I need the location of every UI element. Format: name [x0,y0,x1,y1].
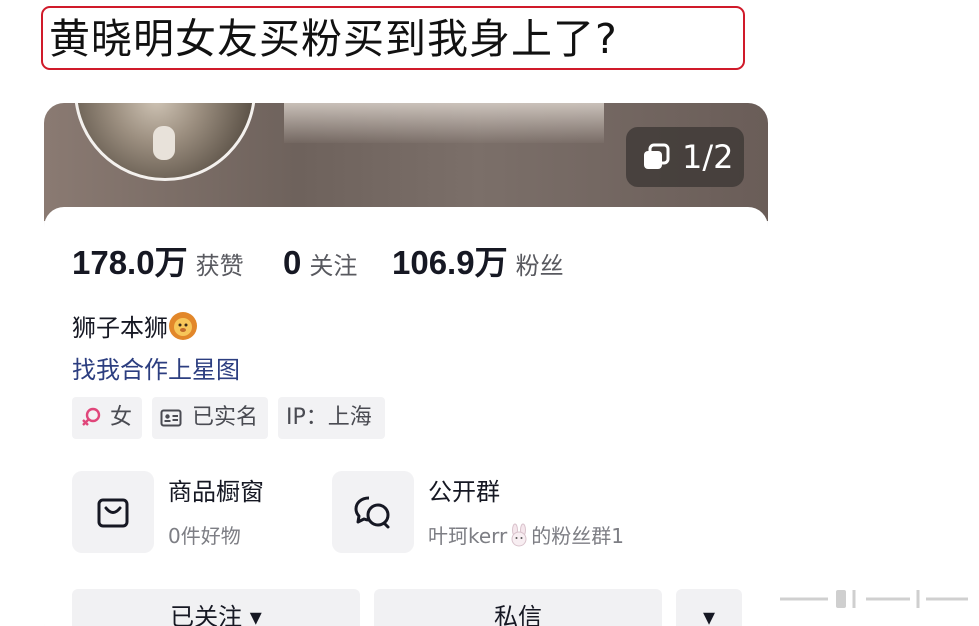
stat-likes[interactable]: 178.0万 获赞 [72,243,244,283]
bio-text: 狮子本狮 [72,314,168,342]
public-group-tile[interactable] [332,471,414,553]
stat-following[interactable]: 0 关注 [283,243,357,283]
cover-image[interactable]: 1/2 [44,103,768,221]
tag-ip-location: IP：上海 [278,397,385,439]
group-name-suffix: 的粉丝群1 [531,524,625,548]
rabbit-emoji-icon [511,523,527,547]
tag-text: 已实名 [192,405,259,430]
stat-label: 关注 [309,252,358,280]
shop-window-subtitle: 0件好物 [168,524,241,548]
headline-text: 黄晓明女友买粉买到我身上了? [49,15,618,63]
public-group-title[interactable]: 公开群 [428,475,500,509]
partnership-link[interactable]: 找我合作上星图 [72,353,240,387]
tag-gender: 女 [72,397,142,439]
shopping-bag-icon [97,498,129,528]
chat-bubbles-icon [354,496,390,529]
profile-panel: 178.0万 获赞 0 关注 106.9万 粉丝 狮子本狮 找我合作上星图 女 … [44,207,768,626]
tag-text: IP：上海 [286,405,372,430]
stat-value: 0 [283,244,302,281]
bio-line: 狮子本狮 [72,311,198,345]
more-options-button[interactable]: ▾ [676,589,742,626]
avatar-detail [153,126,175,160]
tag-text: 女 [110,405,133,430]
image-stack-icon [644,143,670,169]
profile-card: 1/2 178.0万 获赞 0 关注 106.9万 粉丝 狮子本狮 找我合作上星图 [44,103,768,626]
follow-status-button[interactable]: 已关注 ▾ [72,589,360,626]
lion-emoji-icon [169,312,197,340]
id-card-icon [160,409,182,427]
tag-verified: 已实名 [152,397,268,439]
avatar[interactable] [74,103,256,181]
public-group-subtitle: 叶珂kerr 的粉丝群1 [428,521,624,551]
stat-followers[interactable]: 106.9万 粉丝 [392,243,564,283]
shop-window-tile[interactable] [72,471,154,553]
stat-value: 106.9万 [392,244,508,281]
stat-value: 178.0万 [72,244,188,281]
message-button[interactable]: 私信 [374,589,662,626]
shop-window-title[interactable]: 商品橱窗 [168,475,264,509]
image-page-indicator[interactable]: 1/2 [626,127,744,187]
group-owner-name: 叶珂kerr [428,524,508,548]
stat-label: 获赞 [195,252,244,280]
watermark-lines [780,590,968,608]
cover-highlight [284,103,604,143]
page-count: 1/2 [682,138,734,176]
female-icon [82,407,101,426]
headline-box: 黄晓明女友买粉买到我身上了? [41,6,745,70]
stat-label: 粉丝 [515,252,564,280]
